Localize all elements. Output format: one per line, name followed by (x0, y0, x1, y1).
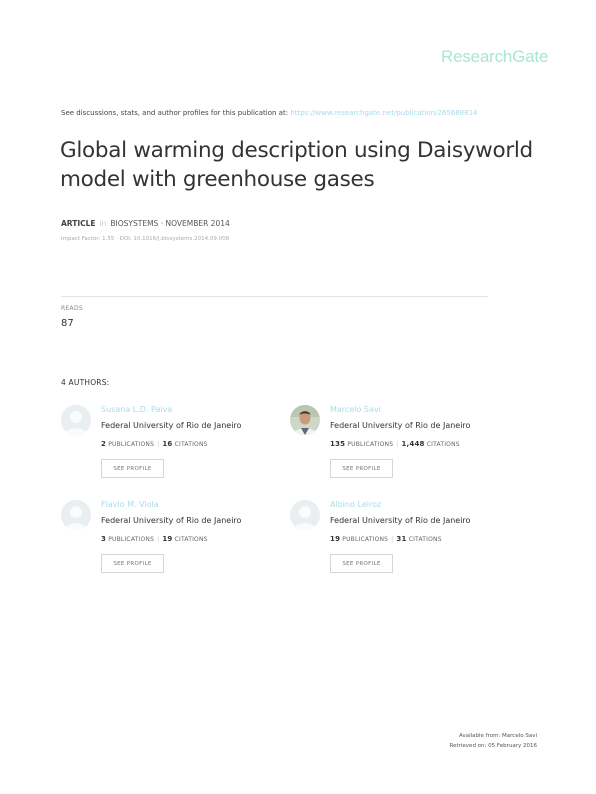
author-card: Marcelo Savi Federal University of Rio d… (290, 405, 500, 485)
citations-label: CITATIONS (174, 536, 208, 543)
disclaimer-text: See discussions, stats, and author profi… (61, 109, 289, 117)
reads-label: READS (61, 305, 83, 312)
see-profile-button[interactable]: SEE PROFILE (330, 459, 393, 478)
author-name[interactable]: Marcelo Savi (330, 405, 381, 414)
in-word: in (99, 219, 107, 228)
publications-label: PUBLICATIONS (108, 441, 155, 448)
author-name[interactable]: Susana L.D. Paiva (101, 405, 172, 414)
publication-link[interactable]: https://www.researchgate.net/publication… (290, 109, 477, 117)
available-from: Available from: Marcelo Savi (459, 733, 537, 739)
citations-label: CITATIONS (174, 441, 208, 448)
author-institution: Federal University of Rio de Janeiro (330, 421, 471, 430)
default-avatar-icon[interactable] (61, 405, 91, 435)
citations-label: CITATIONS (408, 536, 442, 543)
author-name[interactable]: Flavio M. Viola (101, 500, 159, 509)
publications-count: 3 (101, 535, 107, 543)
see-profile-button[interactable]: SEE PROFILE (101, 459, 164, 478)
author-name[interactable]: Albino Leiroz (330, 500, 381, 509)
disclaimer-line: See discussions, stats, and author profi… (61, 109, 478, 117)
author-card: Flavio M. Viola Federal University of Ri… (61, 500, 271, 580)
citations-count: 16 (162, 440, 173, 448)
publications-label: PUBLICATIONS (108, 536, 155, 543)
publications-label: PUBLICATIONS (347, 441, 394, 448)
author-card: Albino Leiroz Federal University of Rio … (290, 500, 500, 580)
default-avatar-icon[interactable] (290, 500, 320, 530)
photo-avatar[interactable] (290, 405, 320, 435)
authors-heading: 4 AUTHORS: (61, 378, 110, 387)
see-profile-button[interactable]: SEE PROFILE (330, 554, 393, 573)
citations-count: 31 (396, 535, 407, 543)
author-stats: 3 PUBLICATIONS | 19 CITATIONS (101, 535, 208, 543)
impact-doi: Impact Factor: 1.55 · DOI: 10.1016/j.bio… (61, 236, 230, 242)
author-stats: 2 PUBLICATIONS | 16 CITATIONS (101, 440, 208, 448)
publications-count: 135 (330, 440, 346, 448)
divider (61, 296, 488, 297)
author-stats: 135 PUBLICATIONS | 1,448 CITATIONS (330, 440, 460, 448)
author-card: Susana L.D. Paiva Federal University of … (61, 405, 271, 485)
citations-count: 19 (162, 535, 173, 543)
see-profile-button[interactable]: SEE PROFILE (101, 554, 164, 573)
article-title: Global warming description using Daisywo… (60, 138, 533, 192)
article-meta: ARTICLE in BIOSYSTEMS · NOVEMBER 2014 (61, 219, 230, 228)
author-institution: Federal University of Rio de Janeiro (101, 421, 242, 430)
journal-info[interactable]: BIOSYSTEMS · NOVEMBER 2014 (110, 219, 229, 228)
retrieved-on: Retrieved on: 05 February 2016 (449, 743, 537, 749)
default-avatar-icon[interactable] (61, 500, 91, 530)
publications-count: 19 (330, 535, 341, 543)
reads-value: 87 (61, 318, 74, 329)
author-institution: Federal University of Rio de Janeiro (101, 516, 242, 525)
citations-count: 1,448 (401, 440, 425, 448)
researchgate-logo[interactable]: ResearchGate (441, 47, 548, 67)
author-institution: Federal University of Rio de Janeiro (330, 516, 471, 525)
citations-label: CITATIONS (426, 441, 460, 448)
author-stats: 19 PUBLICATIONS | 31 CITATIONS (330, 535, 442, 543)
publications-label: PUBLICATIONS (342, 536, 389, 543)
article-type: ARTICLE (61, 219, 96, 228)
publications-count: 2 (101, 440, 107, 448)
